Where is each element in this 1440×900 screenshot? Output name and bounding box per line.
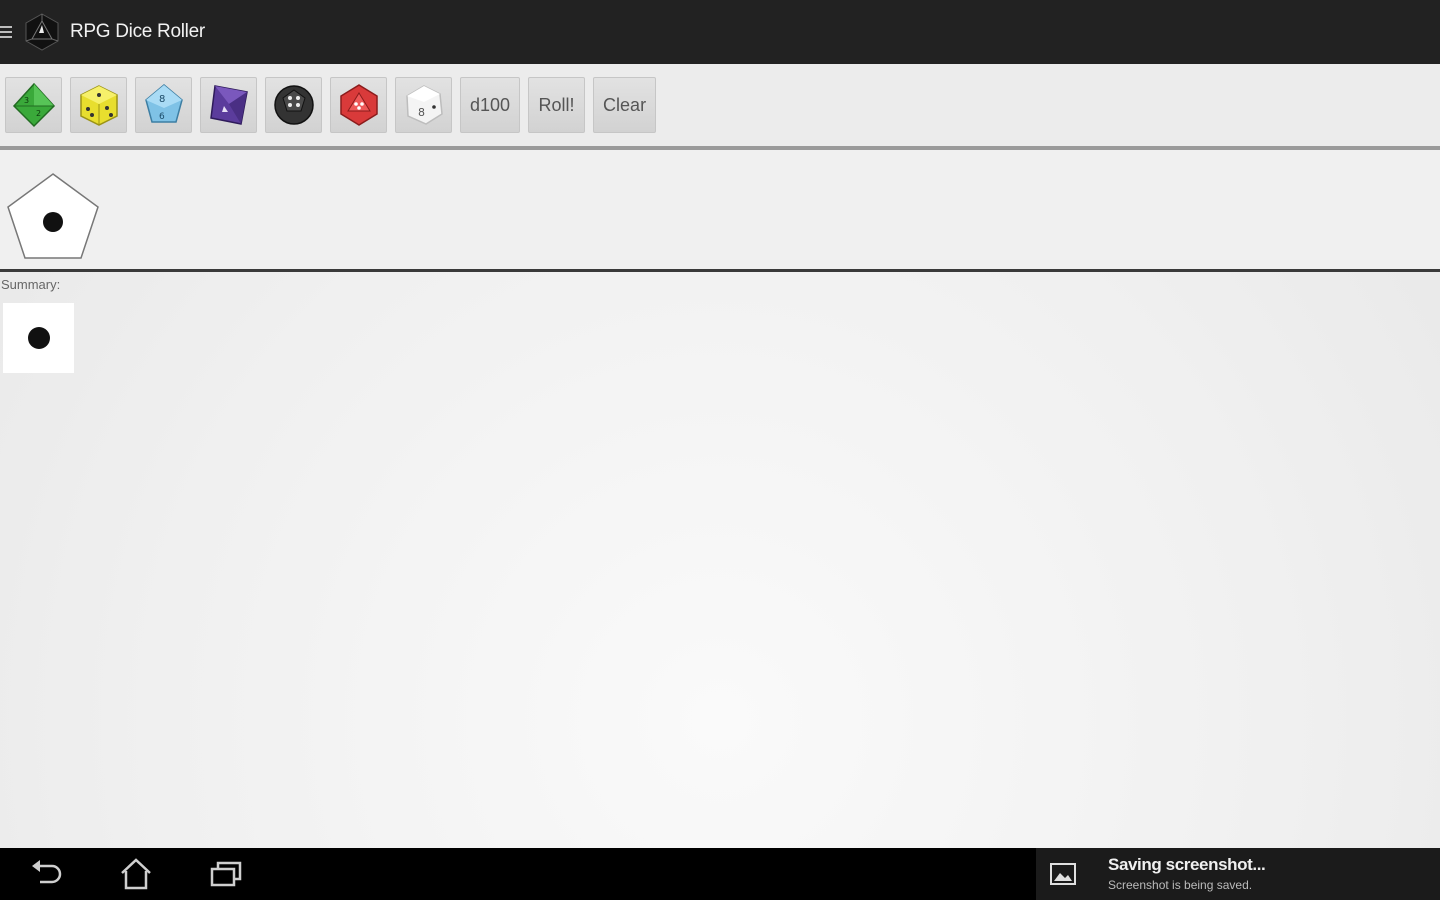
home-button[interactable]: [116, 856, 156, 892]
rolled-die[interactable]: [6, 172, 100, 262]
dice-toolbar: 3 2 8 6 8 d100 Roll! Clear: [0, 64, 1440, 146]
summary-divider: [0, 269, 1440, 272]
recent-apps-icon: [210, 861, 242, 887]
svg-text:3: 3: [24, 96, 29, 105]
summary-die: [3, 303, 74, 373]
d4-button[interactable]: 3 2: [5, 77, 62, 133]
recent-apps-button[interactable]: [206, 856, 246, 892]
dfudge-button[interactable]: 8: [395, 77, 452, 133]
d4-die-icon: 3 2: [12, 82, 55, 128]
d8-die-icon: 8 6: [144, 84, 183, 123]
d20-button[interactable]: [330, 77, 387, 133]
home-icon: [121, 858, 151, 890]
d100-button[interactable]: d100: [460, 77, 521, 133]
white-die-icon: 8: [405, 85, 443, 125]
d6-die-icon: [79, 85, 118, 126]
back-icon: [32, 860, 62, 884]
screenshot-notification[interactable]: Saving screenshot... Screenshot is being…: [1036, 848, 1440, 900]
rolled-dice-area: [0, 150, 1440, 269]
svg-text:6: 6: [159, 112, 165, 122]
roll-button[interactable]: Roll!: [528, 77, 586, 133]
d10-die-icon: [209, 85, 248, 125]
notification-title: Saving screenshot...: [1108, 855, 1266, 874]
summary-label: Summary:: [1, 277, 61, 292]
notification-subtitle: Screenshot is being saved.: [1108, 878, 1253, 892]
d8-button[interactable]: 8 6: [135, 77, 192, 133]
image-icon: [1050, 863, 1076, 885]
d20-logo-icon: [20, 10, 64, 54]
action-bar: RPG Dice Roller: [0, 0, 1440, 64]
svg-text:2: 2: [36, 109, 41, 118]
d12-die-icon: [273, 85, 314, 125]
back-button[interactable]: [26, 856, 66, 892]
d12-button[interactable]: [265, 77, 322, 133]
clear-button[interactable]: Clear: [593, 77, 657, 133]
hamburger-icon[interactable]: [0, 25, 14, 39]
svg-text:8: 8: [159, 94, 165, 105]
app-title: RPG Dice Roller: [70, 21, 205, 42]
d20-die-icon: [339, 84, 378, 126]
d6-button[interactable]: [70, 77, 127, 133]
rolled-die-pip: [43, 212, 63, 232]
d10-button[interactable]: [200, 77, 257, 133]
svg-text:8: 8: [418, 106, 425, 119]
summary-die-pip: [27, 327, 50, 349]
